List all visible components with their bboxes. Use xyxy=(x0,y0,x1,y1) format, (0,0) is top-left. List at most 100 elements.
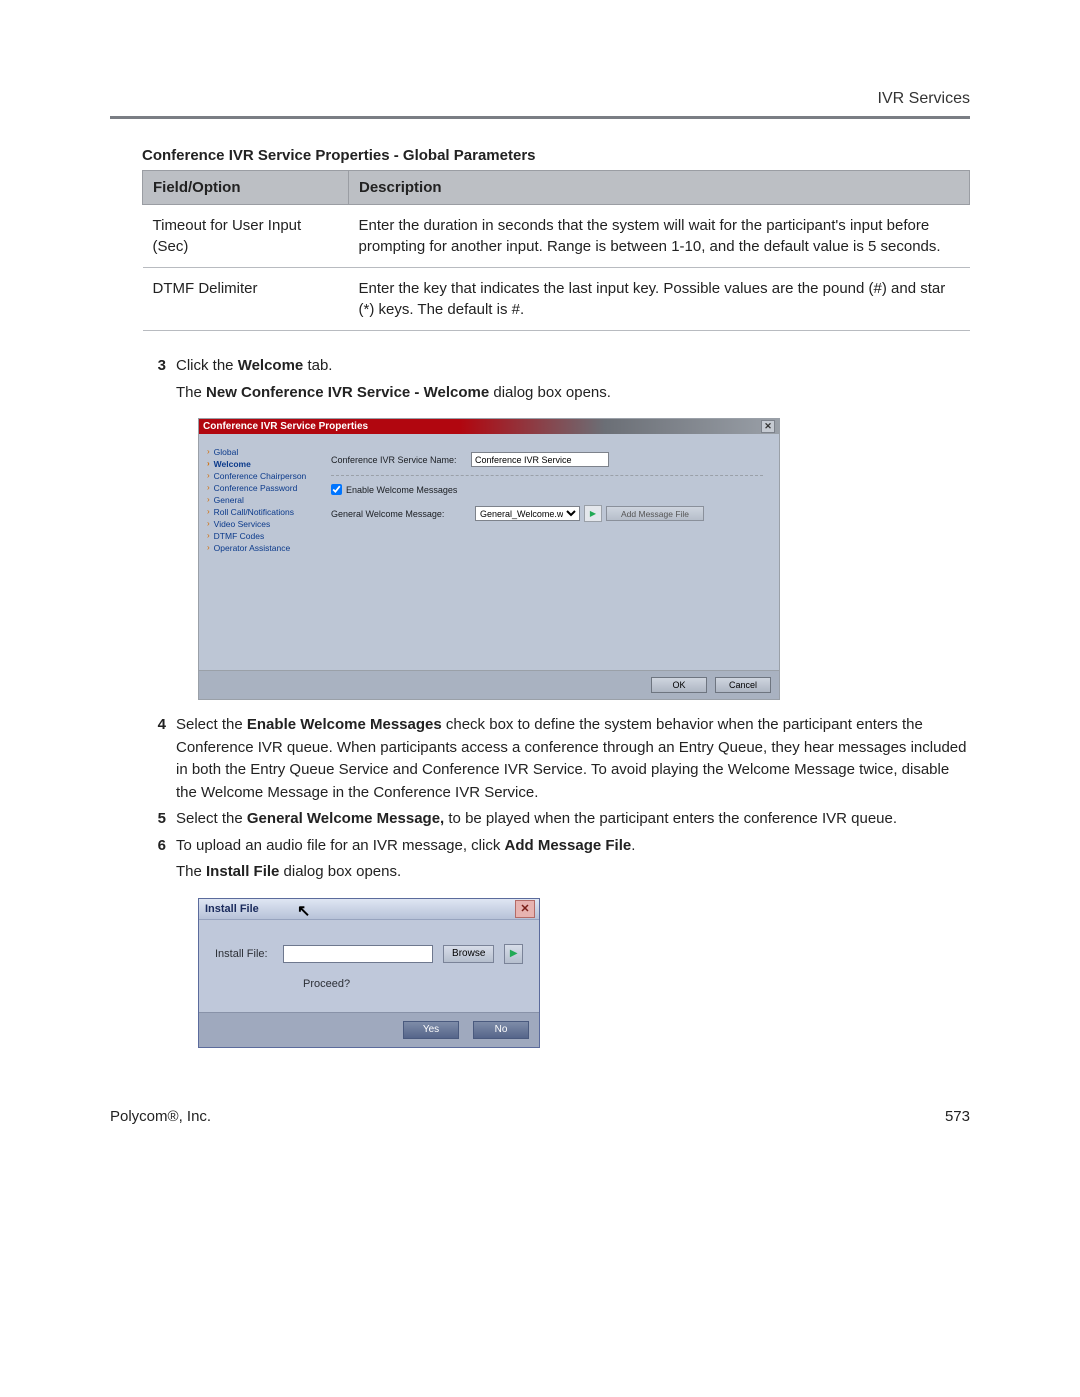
bold: Install File xyxy=(206,863,279,880)
cell-desc: Enter the key that indicates the last in… xyxy=(349,268,970,331)
section-header: IVR Services xyxy=(110,90,970,108)
ok-button[interactable]: OK xyxy=(651,677,707,693)
close-icon[interactable]: ✕ xyxy=(515,900,535,918)
dialog-footer: OK Cancel xyxy=(199,670,779,699)
step-number: 3 xyxy=(142,355,176,404)
nav-item-dtmf[interactable]: › DTMF Codes xyxy=(207,530,319,542)
install-file-input[interactable] xyxy=(283,945,433,963)
separator xyxy=(331,475,763,476)
gwm-label: General Welcome Message: xyxy=(331,509,471,519)
step-6: 6 To upload an audio file for an IVR mes… xyxy=(142,835,970,884)
text: Select the xyxy=(176,716,247,733)
preview-icon[interactable]: ▶ xyxy=(504,944,523,964)
dialog-main: Conference IVR Service Name: Enable Welc… xyxy=(321,444,773,664)
dialog-title: Install File xyxy=(203,903,515,915)
nav-label: DTMF Codes xyxy=(214,531,265,541)
step-list: 3 Click the Welcome tab. The New Confere… xyxy=(142,355,970,1048)
proceed-label: Proceed? xyxy=(303,978,523,990)
nav-label: Welcome xyxy=(214,459,251,469)
dialog-titlebar: Install File ↖ ✕ xyxy=(199,899,539,920)
text: Click the xyxy=(176,357,238,374)
nav-label: Roll Call/Notifications xyxy=(214,507,294,517)
install-file-label: Install File: xyxy=(215,948,273,960)
cell-field: DTMF Delimiter xyxy=(143,268,349,331)
nav-label: Conference Password xyxy=(214,483,298,493)
table-caption: Conference IVR Service Properties - Glob… xyxy=(110,147,970,164)
service-name-label: Conference IVR Service Name: xyxy=(331,455,471,465)
nav-label: Conference Chairperson xyxy=(214,471,307,481)
dialog-nav: › Global › Welcome › Conference Chairperson… xyxy=(205,444,321,664)
text: . xyxy=(631,837,635,854)
step-3: 3 Click the Welcome tab. The New Confere… xyxy=(142,355,970,404)
gwm-select[interactable]: General_Welcome.wav xyxy=(475,506,580,521)
document-page: IVR Services Conference IVR Service Prop… xyxy=(0,0,1080,1185)
nav-label: Global xyxy=(214,447,239,457)
chevron-icon: › xyxy=(207,496,210,504)
nav-label: Operator Assistance xyxy=(214,543,291,553)
cancel-button[interactable]: Cancel xyxy=(715,677,771,693)
table-row: Timeout for User Input (Sec) Enter the d… xyxy=(143,205,970,268)
text: Select the xyxy=(176,810,247,827)
header-rule xyxy=(110,116,970,119)
chevron-icon: › xyxy=(207,508,210,516)
nav-item-welcome[interactable]: › Welcome xyxy=(207,458,319,470)
bold: Welcome xyxy=(238,357,304,374)
add-message-file-button[interactable]: Add Message File xyxy=(606,506,704,521)
nav-item-password[interactable]: › Conference Password xyxy=(207,482,319,494)
parameters-table: Field/Option Description Timeout for Use… xyxy=(142,170,970,331)
nav-item-chairperson[interactable]: › Conference Chairperson xyxy=(207,470,319,482)
text: The xyxy=(176,863,206,880)
table-row: DTMF Delimiter Enter the key that indica… xyxy=(143,268,970,331)
cell-field: Timeout for User Input (Sec) xyxy=(143,205,349,268)
yes-button[interactable]: Yes xyxy=(403,1021,459,1039)
chevron-icon: › xyxy=(207,460,210,468)
chevron-icon: › xyxy=(207,484,210,492)
col-desc: Description xyxy=(349,171,970,205)
footer-left: Polycom®, Inc. xyxy=(110,1108,211,1125)
text: The xyxy=(176,384,206,401)
play-icon[interactable]: ▶ xyxy=(584,505,602,522)
dialog-footer: Yes No xyxy=(199,1012,539,1047)
text: To upload an audio file for an IVR messa… xyxy=(176,837,505,854)
nav-item-operator[interactable]: › Operator Assistance xyxy=(207,542,319,554)
bold: General Welcome Message, xyxy=(247,810,444,827)
nav-item-general[interactable]: › General xyxy=(207,494,319,506)
chevron-icon: › xyxy=(207,520,210,528)
nav-item-global[interactable]: › Global xyxy=(207,446,319,458)
enable-welcome-checkbox[interactable] xyxy=(331,484,342,495)
enable-welcome-label: Enable Welcome Messages xyxy=(346,485,457,495)
dialog-titlebar: Conference IVR Service Properties ✕ xyxy=(199,419,779,434)
chevron-icon: › xyxy=(207,544,210,552)
close-icon[interactable]: ✕ xyxy=(761,420,775,433)
dialog-title: Conference IVR Service Properties xyxy=(203,421,761,432)
text: dialog box opens. xyxy=(279,863,401,880)
step-number: 5 xyxy=(142,808,176,831)
bold: Add Message File xyxy=(505,837,632,854)
nav-item-video[interactable]: › Video Services xyxy=(207,518,319,530)
chevron-icon: › xyxy=(207,472,210,480)
step-5: 5 Select the General Welcome Message, to… xyxy=(142,808,970,831)
step-4: 4 Select the Enable Welcome Messages che… xyxy=(142,714,970,804)
cursor-icon: ↖ xyxy=(297,901,310,921)
bold: New Conference IVR Service - Welcome xyxy=(206,384,489,401)
bold: Enable Welcome Messages xyxy=(247,716,442,733)
cell-desc: Enter the duration in seconds that the s… xyxy=(349,205,970,268)
step-number: 4 xyxy=(142,714,176,804)
chevron-icon: › xyxy=(207,532,210,540)
nav-label: General xyxy=(214,495,244,505)
browse-button[interactable]: Browse xyxy=(443,945,494,963)
conference-ivr-dialog: Conference IVR Service Properties ✕ › Glo… xyxy=(198,418,780,700)
nav-item-rollcall[interactable]: › Roll Call/Notifications xyxy=(207,506,319,518)
nav-label: Video Services xyxy=(214,519,271,529)
chevron-icon: › xyxy=(207,448,210,456)
service-name-input[interactable] xyxy=(471,452,609,467)
col-field: Field/Option xyxy=(143,171,349,205)
no-button[interactable]: No xyxy=(473,1021,529,1039)
text: dialog box opens. xyxy=(489,384,611,401)
install-file-dialog: Install File ↖ ✕ Install File: Browse ▶ … xyxy=(198,898,540,1048)
text: tab. xyxy=(303,357,332,374)
footer-right: 573 xyxy=(945,1108,970,1125)
step-number: 6 xyxy=(142,835,176,884)
page-footer: Polycom®, Inc. 573 xyxy=(110,1108,970,1125)
text: to be played when the participant enters… xyxy=(444,810,897,827)
